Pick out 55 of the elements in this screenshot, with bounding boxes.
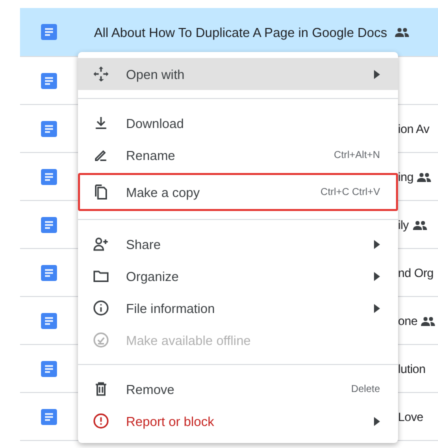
menu-item[interactable]: Report or block bbox=[78, 405, 398, 437]
menu-item[interactable]: Rename Ctrl+Alt+N bbox=[78, 139, 398, 171]
file-title: nd Org bbox=[398, 266, 434, 280]
menu-item-label: Report or block bbox=[126, 414, 216, 428]
file-title: ion Av bbox=[398, 122, 430, 136]
submenu-arrow-icon bbox=[374, 70, 380, 78]
shared-people-icon bbox=[417, 172, 432, 182]
warning-icon bbox=[92, 412, 110, 430]
menu-item[interactable]: Share bbox=[78, 228, 398, 260]
menu-item[interactable]: Organize bbox=[78, 260, 398, 292]
file-title: ing bbox=[398, 170, 414, 184]
menu-item-label: Remove bbox=[126, 382, 176, 396]
menu-item[interactable]: Open with bbox=[78, 58, 398, 90]
doc-icon bbox=[41, 168, 57, 184]
menu-item-label: Download bbox=[126, 116, 185, 130]
menu-item[interactable]: Download bbox=[78, 107, 398, 139]
file-row[interactable]: All About How To Duplicate A Page in Google Docs bbox=[20, 8, 438, 57]
submenu-arrow-icon bbox=[374, 272, 380, 280]
menu-item-label: File information bbox=[126, 300, 216, 316]
menu-item-label: Make available offline bbox=[126, 332, 252, 348]
menu-item-label: Share bbox=[126, 236, 162, 252]
shared-people-icon bbox=[421, 316, 436, 326]
menu-item-label: Rename bbox=[126, 148, 176, 162]
shortcut-text: Ctrl+C Ctrl+V bbox=[320, 186, 380, 198]
doc-icon bbox=[41, 408, 57, 424]
menu-item[interactable]: Make a copy Ctrl+C Ctrl+V bbox=[78, 173, 398, 211]
move-arrows-icon bbox=[92, 65, 110, 83]
shared-people-icon bbox=[395, 27, 410, 37]
file-title: All About How To Duplicate A Page in Google Docs bbox=[94, 24, 388, 40]
copy-icon bbox=[92, 183, 110, 201]
doc-icon bbox=[41, 120, 57, 136]
info-icon bbox=[92, 299, 110, 317]
shared-people-icon bbox=[412, 220, 427, 230]
shortcut-text: Delete bbox=[351, 384, 380, 394]
menu-item[interactable]: File information bbox=[78, 292, 398, 324]
file-title: one bbox=[398, 314, 418, 328]
file-title: ily bbox=[398, 218, 409, 232]
submenu-arrow-icon bbox=[374, 416, 380, 426]
menu-item[interactable]: Remove Delete bbox=[78, 373, 398, 405]
menu-item-label: Open with bbox=[126, 66, 186, 82]
doc-icon bbox=[41, 312, 57, 328]
doc-icon bbox=[41, 72, 57, 88]
file-title: lution bbox=[398, 362, 426, 376]
doc-icon bbox=[41, 264, 57, 280]
offline-check-icon bbox=[92, 331, 110, 349]
file-title: Love bbox=[398, 410, 424, 424]
shortcut-text: Ctrl+Alt+N bbox=[334, 150, 380, 160]
submenu-arrow-icon bbox=[374, 240, 380, 248]
submenu-arrow-icon bbox=[374, 304, 380, 312]
add-person-icon bbox=[92, 235, 110, 253]
doc-icon bbox=[41, 360, 57, 376]
menu-item-label: Organize bbox=[126, 268, 180, 284]
doc-icon bbox=[41, 216, 57, 232]
menu-item-label: Make a copy bbox=[126, 184, 201, 200]
doc-icon bbox=[41, 24, 57, 40]
